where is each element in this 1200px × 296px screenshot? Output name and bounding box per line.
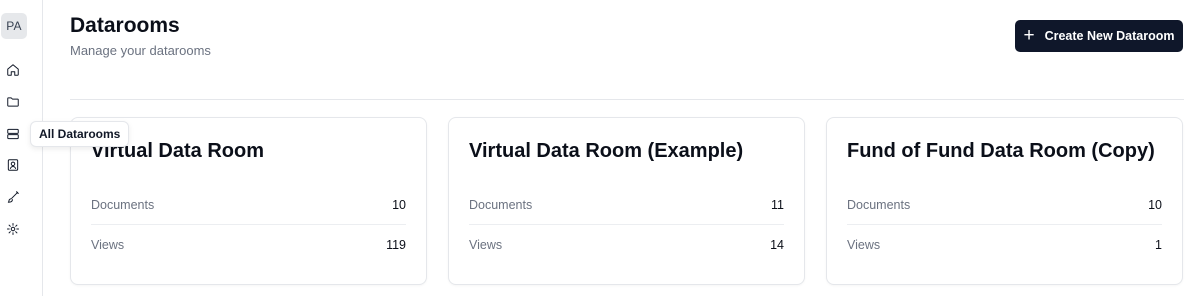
views-count: 14 [770, 238, 784, 252]
dataroom-name: Virtual Data Room (Example) [469, 140, 744, 162]
page-title: Datarooms [70, 14, 180, 37]
home-icon[interactable] [3, 60, 23, 80]
documents-row: Documents 10 [847, 185, 1162, 225]
create-button-label: Create New Dataroom [1044, 29, 1175, 43]
header-divider [70, 99, 1184, 100]
documents-row: Documents 11 [469, 185, 784, 225]
documents-row: Documents 10 [91, 185, 406, 225]
page-subtitle: Manage your datarooms [70, 43, 211, 58]
all-datarooms-tooltip: All Datarooms [30, 121, 130, 147]
documents-label: Documents [847, 197, 911, 212]
dataroom-card[interactable]: Virtual Data Room (Example) Documents 11… [448, 117, 805, 285]
documents-count: 11 [771, 197, 784, 212]
views-count: 119 [386, 238, 406, 252]
views-label: Views [91, 238, 125, 252]
sidebar: PA [0, 0, 43, 296]
plus-icon: + [1023, 24, 1035, 46]
create-new-dataroom-button[interactable]: + Create New Dataroom [1015, 20, 1183, 52]
avatar[interactable]: PA [1, 13, 27, 39]
documents-count: 10 [1148, 197, 1162, 212]
views-count: 1 [1155, 238, 1162, 252]
dataroom-card[interactable]: Fund of Fund Data Room (Copy) Documents … [826, 117, 1183, 285]
documents-label: Documents [469, 197, 533, 212]
dataroom-name: Fund of Fund Data Room (Copy) [847, 140, 1155, 162]
views-row: Views 14 [469, 225, 784, 265]
documents-label: Documents [91, 197, 155, 212]
brush-icon[interactable] [3, 187, 23, 207]
contact-icon[interactable] [3, 155, 23, 175]
views-row: Views 119 [91, 225, 406, 265]
views-label: Views [469, 238, 503, 252]
datarooms-icon[interactable] [3, 124, 23, 144]
views-label: Views [847, 238, 881, 252]
views-row: Views 1 [847, 225, 1162, 265]
documents-count: 10 [392, 197, 406, 212]
gear-icon[interactable] [3, 219, 23, 239]
folder-icon[interactable] [3, 92, 23, 112]
app: PA All Datarooms Datarooms Manage your d… [0, 0, 1200, 296]
